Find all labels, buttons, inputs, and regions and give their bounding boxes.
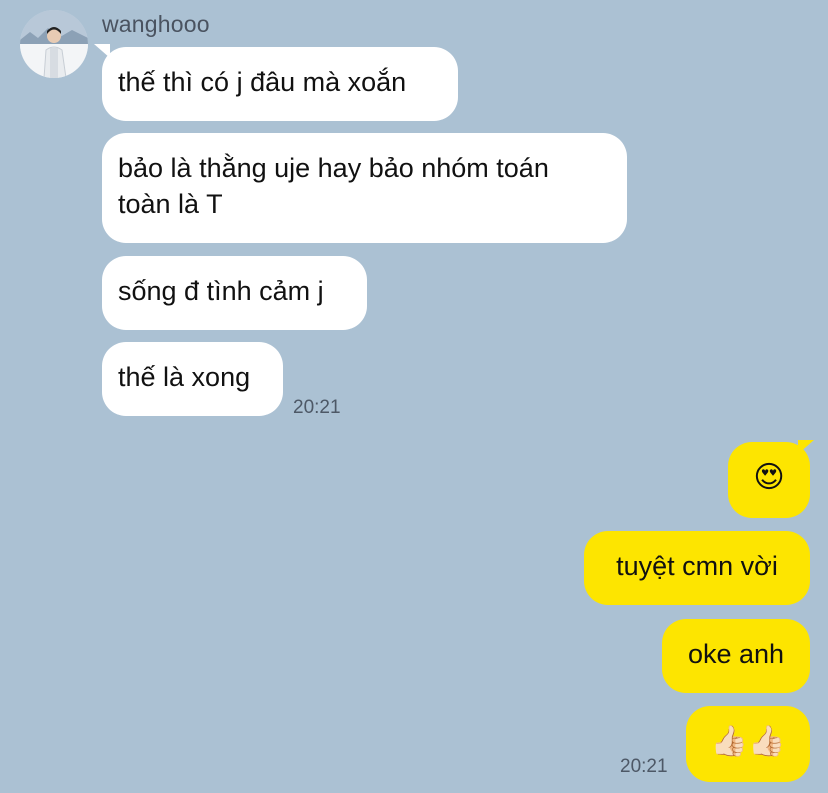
incoming-message[interactable]: thế thì có j đâu mà xoắn: [102, 47, 458, 121]
message-text: oke anh: [687, 639, 785, 669]
message-text: thế là xong: [118, 362, 251, 392]
outgoing-message[interactable]: 👍🏻👍🏻: [686, 706, 810, 782]
thumbs-up-emoji: 👍🏻👍🏻: [710, 724, 786, 759]
incoming-message[interactable]: thế là xong: [102, 342, 283, 416]
outgoing-message[interactable]: tuyệt cmn vời: [584, 531, 810, 605]
message-timestamp: 20:21: [620, 756, 668, 777]
outgoing-message[interactable]: oke anh: [662, 619, 810, 693]
message-timestamp: 20:21: [293, 397, 341, 418]
heart-eyes-emoji: 😍: [753, 460, 785, 495]
message-text: tuyệt cmn vời: [616, 551, 778, 581]
sender-name: wanghooo: [102, 11, 210, 37]
message-text: thế thì có j đâu mà xoắn: [118, 67, 407, 97]
message-text: bảo là thằng uje hay bảo nhóm toán toàn …: [118, 153, 549, 219]
sender-avatar[interactable]: [20, 10, 88, 78]
message-text: sống đ tình cảm j: [118, 276, 324, 306]
incoming-message[interactable]: bảo là thằng uje hay bảo nhóm toán toàn …: [102, 133, 627, 243]
outgoing-message[interactable]: 😍: [728, 442, 810, 518]
incoming-message[interactable]: sống đ tình cảm j: [102, 256, 367, 330]
